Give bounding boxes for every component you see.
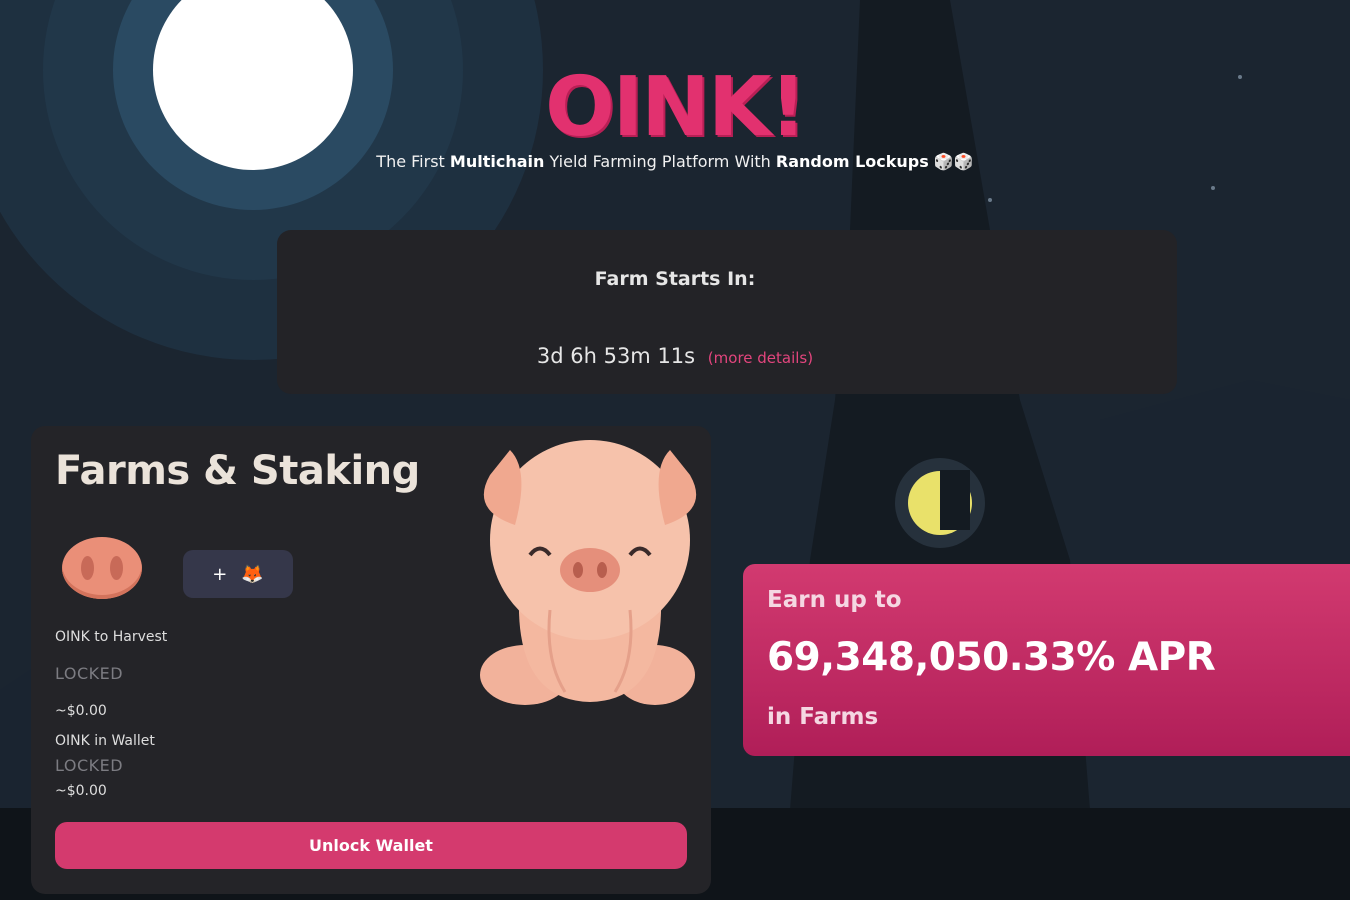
- countdown-timer: 3d 6h 53m 11s: [536, 344, 696, 368]
- countdown-title: Farm Starts In:: [594, 268, 756, 290]
- oink-logo: OINK!: [545, 60, 807, 155]
- oink-to-harvest-usd: ~$0.00: [55, 703, 107, 719]
- add-token-to-metamask-button[interactable]: + 🦊: [183, 550, 293, 598]
- tagline: The First Multichain Yield Farming Platf…: [376, 152, 974, 171]
- farms-staking-title: Farms & Staking: [55, 448, 420, 494]
- oink-in-wallet-value: LOCKED: [55, 756, 124, 775]
- more-details-link[interactable]: (more details): [708, 349, 813, 367]
- pig-mascot-illustration: [480, 440, 697, 705]
- oink-to-harvest-value: LOCKED: [55, 664, 124, 683]
- apr-suffix: in Farms: [767, 704, 879, 730]
- countdown-line: 3d 6h 53m 11s (more details): [0, 344, 1350, 368]
- oink-to-harvest-label: OINK to Harvest: [55, 629, 168, 645]
- unlock-wallet-button[interactable]: Unlock Wallet: [55, 822, 687, 869]
- apr-value: 69,348,050.33% APR: [767, 635, 1216, 680]
- countdown-card: [277, 230, 1177, 394]
- oink-in-wallet-label: OINK in Wallet: [55, 733, 155, 749]
- nostril-right: [110, 556, 123, 580]
- oink-snout-icon: [62, 537, 142, 599]
- nostril-left: [81, 556, 94, 580]
- plus-icon: +: [212, 563, 228, 585]
- metamask-fox-icon: 🦊: [241, 563, 264, 585]
- apr-earn-label: Earn up to: [767, 587, 902, 613]
- oink-in-wallet-usd: ~$0.00: [55, 783, 107, 799]
